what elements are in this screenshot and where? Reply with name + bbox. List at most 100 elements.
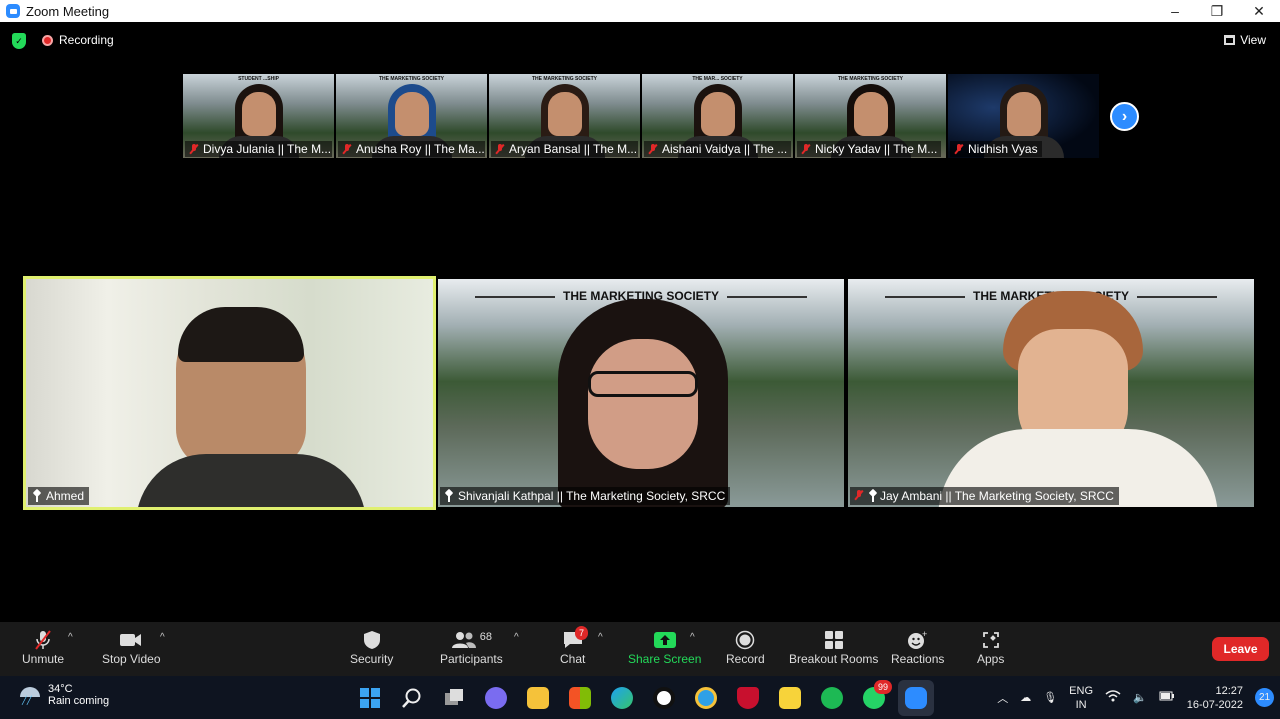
zoom-app-icon[interactable]	[898, 680, 934, 716]
microphone-icon[interactable]: 🎙	[1043, 691, 1057, 704]
participant-thumbnail[interactable]: THE MARKETING SOCIETY Aryan Bansal || The…	[489, 74, 640, 158]
participant-thumbnail[interactable]: STUDENT ...SHIP Divya Julania || The M...	[183, 74, 334, 158]
vpn-app-icon[interactable]	[688, 680, 724, 716]
participant-thumbnail[interactable]: THE MAR... SOCIETY Aishani Vaidya || The …	[642, 74, 793, 158]
show-hidden-icons-chevron-icon[interactable]: ︿	[997, 690, 1008, 706]
recording-label: Recording	[59, 33, 114, 47]
security-label: Security	[350, 652, 394, 666]
whatsapp-icon[interactable]: 99	[856, 680, 892, 716]
rain-cloud-icon	[18, 685, 42, 705]
tile-name: Jay Ambani || The Marketing Society, SRC…	[880, 489, 1114, 503]
tile-name-label: Jay Ambani || The Marketing Society, SRC…	[850, 487, 1119, 505]
meeting-topbar: ✓ Recording View	[0, 22, 1280, 60]
thumbnail-name-label: Nidhish Vyas	[950, 141, 1042, 157]
search-button[interactable]	[394, 680, 430, 716]
security-button[interactable]: Security	[350, 628, 393, 666]
chat-app-icon[interactable]	[478, 680, 514, 716]
battery-icon[interactable]	[1159, 691, 1175, 704]
start-button[interactable]	[352, 680, 388, 716]
breakout-rooms-label: Breakout Rooms	[789, 652, 879, 666]
tile-name: Ahmed	[46, 489, 85, 503]
file-explorer-icon[interactable]	[520, 680, 556, 716]
weather-widget[interactable]: 34°C Rain coming	[18, 683, 109, 707]
whatsapp-badge: 99	[873, 680, 892, 694]
wifi-icon[interactable]	[1105, 690, 1121, 705]
video-tile-active-speaker[interactable]: Ahmed	[23, 276, 436, 510]
apps-button[interactable]: Apps	[977, 628, 1004, 666]
muted-mic-icon	[854, 490, 864, 500]
security-shield-icon[interactable]: ✓	[12, 33, 26, 49]
thumbnail-name: Anusha Roy || The Ma...	[356, 142, 485, 156]
svg-text:+: +	[922, 630, 927, 639]
breakout-rooms-button[interactable]: Breakout Rooms	[789, 628, 878, 666]
unmute-label: Unmute	[22, 652, 65, 666]
taskbar-apps: 99	[352, 680, 934, 716]
clock[interactable]: 12:27 16-07-2022	[1187, 684, 1243, 712]
participant-strip: STUDENT ...SHIP Divya Julania || The M...…	[183, 74, 1099, 158]
participant-face	[547, 92, 582, 136]
pin-icon	[868, 490, 878, 502]
volume-icon[interactable]: 🔈	[1133, 691, 1147, 704]
reactions-smiley-icon: +	[907, 628, 929, 652]
record-button[interactable]: Record	[726, 628, 765, 666]
record-label: Record	[726, 652, 765, 666]
restore-button[interactable]: ❐	[1196, 0, 1238, 22]
store-icon[interactable]	[562, 680, 598, 716]
language-code: ENG	[1069, 684, 1094, 697]
video-tile[interactable]: THE MARKETING SOCIETY Jay Ambani || The …	[848, 279, 1254, 507]
apps-icon	[982, 628, 1000, 652]
temperature: 34°C	[48, 683, 73, 695]
participant-thumbnail[interactable]: THE MARKETING SOCIETY Anusha Roy || The M…	[336, 74, 487, 158]
breakout-rooms-icon	[824, 628, 844, 652]
view-button[interactable]: View	[1224, 33, 1266, 47]
next-page-button[interactable]: ›	[1110, 102, 1139, 131]
share-screen-icon	[653, 628, 677, 652]
participants-button[interactable]: 68 Participants	[440, 628, 503, 666]
chat-label: Chat	[560, 652, 586, 666]
mcafee-icon[interactable]	[730, 680, 766, 716]
participants-label: Participants	[440, 652, 503, 666]
minimize-button[interactable]: –	[1154, 0, 1196, 22]
participants-options-caret[interactable]: ^	[514, 632, 519, 643]
region-code: IN	[1075, 698, 1087, 711]
edge-browser-icon[interactable]	[604, 680, 640, 716]
apps-label: Apps	[977, 652, 1005, 666]
meeting-toolbar: Unmute ^ Stop Video ^ Security 68 Partic…	[0, 622, 1280, 676]
participant-shirt	[136, 454, 366, 507]
reactions-button[interactable]: + Reactions	[891, 628, 944, 666]
participant-thumbnail[interactable]: THE MARKETING SOCIETY Nicky Yadav || The …	[795, 74, 946, 158]
sticky-notes-icon[interactable]	[772, 680, 808, 716]
tile-name-label: Shivanjali Kathpal || The Marketing Soci…	[440, 487, 731, 505]
notifications-badge[interactable]: 21	[1255, 688, 1274, 707]
muted-mic-icon	[954, 144, 964, 154]
onedrive-cloud-icon[interactable]: ☁	[1020, 691, 1031, 704]
muted-mic-icon	[495, 144, 505, 154]
language-indicator[interactable]: ENG IN	[1069, 684, 1093, 712]
stop-video-button[interactable]: Stop Video	[102, 628, 161, 666]
weather-text: Rain coming	[48, 695, 110, 707]
audio-options-caret[interactable]: ^	[68, 632, 73, 643]
chat-unread-badge: 7	[575, 626, 589, 640]
time: 12:27	[1215, 684, 1243, 697]
leave-button[interactable]: Leave	[1212, 637, 1269, 661]
spotify-icon[interactable]	[814, 680, 850, 716]
video-options-caret[interactable]: ^	[160, 632, 165, 643]
view-label: View	[1240, 33, 1266, 47]
thumbnail-name: Nicky Yadav || The M...	[815, 142, 938, 156]
video-tile[interactable]: THE MARKETING SOCIETY Shivanjali Kathpal…	[438, 279, 844, 507]
view-grid-icon	[1224, 35, 1236, 45]
share-options-caret[interactable]: ^	[690, 632, 695, 643]
recording-indicator[interactable]: Recording	[42, 33, 114, 47]
record-dot-icon	[42, 34, 53, 46]
muted-mic-icon	[33, 628, 53, 652]
unmute-button[interactable]: Unmute	[22, 628, 64, 666]
participant-thumbnail[interactable]: Nidhish Vyas	[948, 74, 1099, 158]
pin-icon	[444, 490, 454, 502]
task-view-button[interactable]	[436, 680, 472, 716]
close-button[interactable]: ✕	[1238, 0, 1280, 22]
chat-options-caret[interactable]: ^	[598, 632, 603, 643]
tile-name-label: Ahmed	[28, 487, 90, 505]
github-desktop-icon[interactable]	[646, 680, 682, 716]
system-tray: ︿ ☁ 🎙 ENG IN 🔈 12:27 16-07-2022 21	[991, 676, 1280, 719]
thumbnail-name: Divya Julania || The M...	[203, 142, 332, 156]
